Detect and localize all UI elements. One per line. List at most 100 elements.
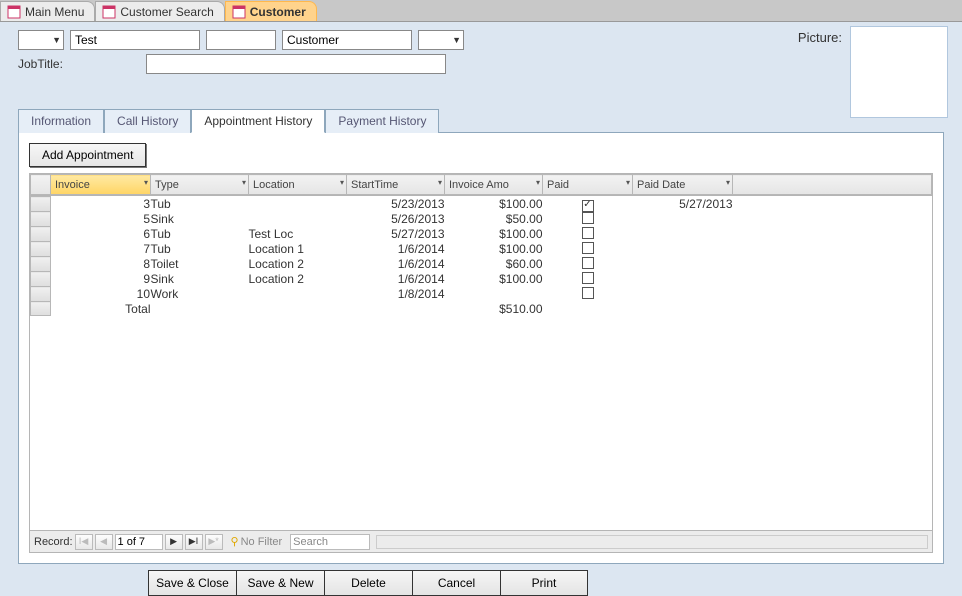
col-paid[interactable]: Paid▾ xyxy=(543,175,633,195)
cell-type[interactable]: Tub xyxy=(151,197,249,212)
add-appointment-button[interactable]: Add Appointment xyxy=(29,143,146,167)
cell-paid-date[interactable] xyxy=(633,227,733,242)
col-type[interactable]: Type▾ xyxy=(151,175,249,195)
jobtitle-input[interactable] xyxy=(146,54,446,74)
table-row[interactable]: 7TubLocation 11/6/2014$100.00 xyxy=(31,242,932,257)
cell-paid[interactable] xyxy=(543,287,633,302)
record-position-input[interactable] xyxy=(115,534,163,550)
save-new-button[interactable]: Save & New xyxy=(236,570,324,596)
table-row[interactable]: 10Work 1/8/2014 xyxy=(31,287,932,302)
checkbox-icon[interactable] xyxy=(582,200,594,212)
checkbox-icon[interactable] xyxy=(582,227,594,239)
col-invoice-amt[interactable]: Invoice Amo▾ xyxy=(445,175,543,195)
cell-invoice-amt[interactable] xyxy=(445,287,543,302)
filter-indicator[interactable]: ⚲ No Filter xyxy=(231,535,283,548)
cell-invoice-amt[interactable]: $50.00 xyxy=(445,212,543,227)
cell-paid[interactable] xyxy=(543,197,633,212)
cell-location[interactable]: Location 1 xyxy=(249,242,347,257)
middle-name-input[interactable] xyxy=(206,30,276,50)
print-button[interactable]: Print xyxy=(500,570,588,596)
table-row[interactable]: 5Sink 5/26/2013$50.00 xyxy=(31,212,932,227)
cell-location[interactable]: Location 2 xyxy=(249,257,347,272)
table-row[interactable]: 3Tub5/23/2013$100.005/27/2013 xyxy=(31,197,932,212)
cell-invoice-amt[interactable]: $60.00 xyxy=(445,257,543,272)
checkbox-icon[interactable] xyxy=(582,212,594,224)
save-close-button[interactable]: Save & Close xyxy=(148,570,236,596)
picture-box[interactable] xyxy=(850,26,948,118)
cell-location[interactable]: Test Loc xyxy=(249,227,347,242)
row-selector[interactable] xyxy=(31,197,51,212)
cell-type[interactable]: Toilet xyxy=(151,257,249,272)
cell-starttime[interactable]: 1/8/2014 xyxy=(347,287,445,302)
doc-tab-main-menu[interactable]: Main Menu xyxy=(0,1,95,21)
record-search-input[interactable] xyxy=(290,534,370,550)
nav-last-button[interactable]: ▶Ⅰ xyxy=(185,534,203,550)
row-selector[interactable] xyxy=(31,272,51,287)
row-selector[interactable] xyxy=(31,287,51,302)
row-selector[interactable] xyxy=(31,212,51,227)
cell-type[interactable]: Tub xyxy=(151,227,249,242)
tab-information[interactable]: Information xyxy=(18,109,104,133)
cell-paid-date[interactable] xyxy=(633,287,733,302)
cell-invoice-amt[interactable]: $100.00 xyxy=(445,197,543,212)
cell-type[interactable]: Tub xyxy=(151,242,249,257)
horizontal-scrollbar[interactable] xyxy=(376,535,928,549)
nav-new-button[interactable]: ▶* xyxy=(205,534,223,550)
tab-appointment-history[interactable]: Appointment History xyxy=(191,109,325,133)
nav-first-button[interactable]: Ⅰ◀ xyxy=(75,534,93,550)
checkbox-icon[interactable] xyxy=(582,257,594,269)
col-starttime[interactable]: StartTime▾ xyxy=(347,175,445,195)
cell-starttime[interactable]: 5/27/2013 xyxy=(347,227,445,242)
doc-tab-customer[interactable]: Customer xyxy=(225,1,317,21)
cell-invoice[interactable]: 9 xyxy=(51,272,151,287)
cell-paid-date[interactable] xyxy=(633,257,733,272)
cell-location[interactable] xyxy=(249,212,347,227)
cell-type[interactable]: Sink xyxy=(151,272,249,287)
doc-tab-customer-search[interactable]: Customer Search xyxy=(95,1,224,21)
nav-prev-button[interactable]: ◀ xyxy=(95,534,113,550)
delete-button[interactable]: Delete xyxy=(324,570,412,596)
cell-location[interactable] xyxy=(249,287,347,302)
cell-paid[interactable] xyxy=(543,272,633,287)
cell-paid-date[interactable] xyxy=(633,242,733,257)
cell-invoice-amt[interactable]: $100.00 xyxy=(445,272,543,287)
cell-paid[interactable] xyxy=(543,227,633,242)
cell-starttime[interactable]: 1/6/2014 xyxy=(347,257,445,272)
cell-paid[interactable] xyxy=(543,212,633,227)
suffix-select[interactable]: ▼ xyxy=(418,30,464,50)
cell-invoice-amt[interactable]: $100.00 xyxy=(445,227,543,242)
cell-invoice[interactable]: 10 xyxy=(51,287,151,302)
checkbox-icon[interactable] xyxy=(582,287,594,299)
cell-paid-date[interactable]: 5/27/2013 xyxy=(633,197,733,212)
cell-invoice[interactable]: 7 xyxy=(51,242,151,257)
cell-invoice[interactable]: 6 xyxy=(51,227,151,242)
tab-payment-history[interactable]: Payment History xyxy=(325,109,439,133)
cell-starttime[interactable]: 1/6/2014 xyxy=(347,272,445,287)
cell-location[interactable] xyxy=(249,197,347,212)
col-paid-date[interactable]: Paid Date▾ xyxy=(633,175,733,195)
table-row[interactable]: 9SinkLocation 21/6/2014$100.00 xyxy=(31,272,932,287)
cell-paid-date[interactable] xyxy=(633,212,733,227)
row-selector[interactable] xyxy=(31,227,51,242)
cell-paid[interactable] xyxy=(543,242,633,257)
cell-paid[interactable] xyxy=(543,257,633,272)
table-row[interactable]: 8ToiletLocation 21/6/2014$60.00 xyxy=(31,257,932,272)
cell-type[interactable]: Work xyxy=(151,287,249,302)
cell-starttime[interactable]: 5/26/2013 xyxy=(347,212,445,227)
cell-invoice[interactable]: 5 xyxy=(51,212,151,227)
first-name-input[interactable] xyxy=(70,30,200,50)
tab-call-history[interactable]: Call History xyxy=(104,109,191,133)
nav-next-button[interactable]: ▶ xyxy=(165,534,183,550)
table-row[interactable]: 6TubTest Loc5/27/2013$100.00 xyxy=(31,227,932,242)
cancel-button[interactable]: Cancel xyxy=(412,570,500,596)
checkbox-icon[interactable] xyxy=(582,242,594,254)
cell-invoice-amt[interactable]: $100.00 xyxy=(445,242,543,257)
cell-starttime[interactable]: 5/23/2013 xyxy=(347,197,445,212)
cell-starttime[interactable]: 1/6/2014 xyxy=(347,242,445,257)
cell-type[interactable]: Sink xyxy=(151,212,249,227)
row-selector[interactable] xyxy=(31,257,51,272)
prefix-select[interactable]: ▼ xyxy=(18,30,64,50)
select-all-header[interactable] xyxy=(31,175,51,195)
cell-paid-date[interactable] xyxy=(633,272,733,287)
row-selector[interactable] xyxy=(31,242,51,257)
